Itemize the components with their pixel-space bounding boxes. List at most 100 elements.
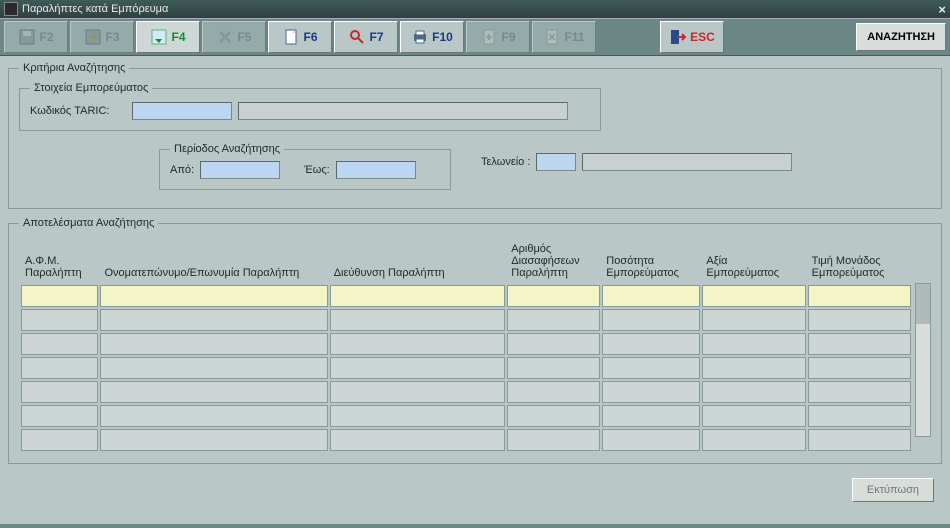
cell-unit_price[interactable]: [808, 333, 911, 355]
cell-unit_price[interactable]: [808, 309, 911, 331]
toolbar-f10[interactable]: F10: [400, 21, 464, 53]
col-decl-count: Αριθμός Διασαφήσεων Παραλήπτη: [507, 239, 600, 283]
cell-unit_price[interactable]: [808, 285, 911, 307]
cell-value[interactable]: [702, 285, 805, 307]
goods-legend: Στοιχεία Εμπορεύματος: [30, 82, 152, 94]
toolbar-f4[interactable]: F4: [136, 21, 200, 53]
cell-decl_count[interactable]: [507, 333, 600, 355]
toolbar-f6[interactable]: F6: [268, 21, 332, 53]
cell-name[interactable]: [100, 357, 327, 379]
cell-unit_price[interactable]: [808, 381, 911, 403]
col-unit-price: Τιμή Μονάδος Εμπορεύματος: [808, 239, 911, 283]
cell-quantity[interactable]: [602, 309, 700, 331]
results-fieldset: Αποτελέσματα Αναζήτησης Α.Φ.Μ. Παραλήπτη…: [8, 217, 942, 464]
cell-unit_price[interactable]: [808, 405, 911, 427]
scrollbar-thumb[interactable]: [916, 284, 930, 324]
cell-name[interactable]: [100, 405, 327, 427]
search-icon: [348, 28, 366, 46]
taric-code-input[interactable]: [132, 102, 232, 120]
toolbar-f7[interactable]: F7: [334, 21, 398, 53]
cell-afm[interactable]: [21, 309, 98, 331]
cell-value[interactable]: [702, 405, 805, 427]
cell-address[interactable]: [330, 285, 506, 307]
toolbar-f3: F3: [70, 21, 134, 53]
cell-afm[interactable]: [21, 357, 98, 379]
table-row[interactable]: [21, 429, 911, 451]
close-icon[interactable]: ×: [938, 2, 946, 17]
cell-quantity[interactable]: [602, 405, 700, 427]
cell-afm[interactable]: [21, 381, 98, 403]
print-icon: [411, 28, 429, 46]
app-icon: [4, 2, 18, 16]
cell-name[interactable]: [100, 429, 327, 451]
print-button[interactable]: Εκτύπωση: [852, 478, 934, 502]
toolbar-f11: F11: [532, 21, 596, 53]
cell-quantity[interactable]: [602, 429, 700, 451]
cell-value[interactable]: [702, 429, 805, 451]
cell-name[interactable]: [100, 381, 327, 403]
col-address: Διεύθυνση Παραλήπτη: [330, 239, 506, 283]
table-row[interactable]: [21, 333, 911, 355]
new-doc-icon: [282, 28, 300, 46]
cell-name[interactable]: [100, 309, 327, 331]
cell-address[interactable]: [330, 381, 506, 403]
window-title: Παραλήπτες κατά Εμπόρευμα: [22, 3, 168, 15]
customs-label: Τελωνείο :: [481, 156, 530, 168]
search-button[interactable]: ΑΝΑΖΗΤΗΣΗ: [856, 23, 946, 51]
from-label: Από:: [170, 164, 194, 176]
cell-decl_count[interactable]: [507, 357, 600, 379]
cell-value[interactable]: [702, 333, 805, 355]
cell-value[interactable]: [702, 357, 805, 379]
toolbar: F2 F3 F4 F5 F6 F7 F10 F9 F11 ESC ΑΝΑΖΗΤΗ…: [0, 18, 950, 56]
toolbar-f9: F9: [466, 21, 530, 53]
cell-afm[interactable]: [21, 285, 98, 307]
cell-value[interactable]: [702, 381, 805, 403]
toolbar-esc[interactable]: ESC: [660, 21, 724, 53]
cell-unit_price[interactable]: [808, 429, 911, 451]
exit-icon: [669, 28, 687, 46]
cell-address[interactable]: [330, 309, 506, 331]
period-legend: Περίοδος Αναζήτησης: [170, 143, 284, 155]
cell-address[interactable]: [330, 405, 506, 427]
doc-x-icon: [543, 28, 561, 46]
cell-decl_count[interactable]: [507, 405, 600, 427]
doc-plus-icon: [480, 28, 498, 46]
cell-value[interactable]: [702, 309, 805, 331]
cell-address[interactable]: [330, 429, 506, 451]
to-input[interactable]: [336, 161, 416, 179]
col-value: Αξία Εμπορεύματος: [702, 239, 805, 283]
results-legend: Αποτελέσματα Αναζήτησης: [19, 217, 158, 229]
from-input[interactable]: [200, 161, 280, 179]
customs-code-input[interactable]: [536, 153, 576, 171]
toolbar-f2: F2: [4, 21, 68, 53]
taric-desc-input[interactable]: [238, 102, 568, 120]
criteria-fieldset: Κριτήρια Αναζήτησης Στοιχεία Εμπορεύματο…: [8, 62, 942, 209]
cell-name[interactable]: [100, 285, 327, 307]
table-row[interactable]: [21, 357, 911, 379]
cell-unit_price[interactable]: [808, 357, 911, 379]
cell-afm[interactable]: [21, 429, 98, 451]
results-scrollbar[interactable]: [915, 283, 931, 437]
cell-afm[interactable]: [21, 333, 98, 355]
cell-decl_count[interactable]: [507, 381, 600, 403]
taric-label: Κωδικός TARIC:: [30, 105, 126, 117]
cell-address[interactable]: [330, 333, 506, 355]
cell-address[interactable]: [330, 357, 506, 379]
cell-name[interactable]: [100, 333, 327, 355]
cell-decl_count[interactable]: [507, 309, 600, 331]
col-quantity: Ποσότητα Εμπορεύματος: [602, 239, 700, 283]
table-row[interactable]: [21, 381, 911, 403]
save-icon: [18, 28, 36, 46]
customs-desc-input[interactable]: [582, 153, 792, 171]
table-row[interactable]: [21, 405, 911, 427]
cell-quantity[interactable]: [602, 333, 700, 355]
save-arrow-icon: [84, 28, 102, 46]
cell-decl_count[interactable]: [507, 285, 600, 307]
cell-decl_count[interactable]: [507, 429, 600, 451]
table-row[interactable]: [21, 309, 911, 331]
cell-afm[interactable]: [21, 405, 98, 427]
cell-quantity[interactable]: [602, 357, 700, 379]
cell-quantity[interactable]: [602, 285, 700, 307]
cell-quantity[interactable]: [602, 381, 700, 403]
table-row[interactable]: [21, 285, 911, 307]
